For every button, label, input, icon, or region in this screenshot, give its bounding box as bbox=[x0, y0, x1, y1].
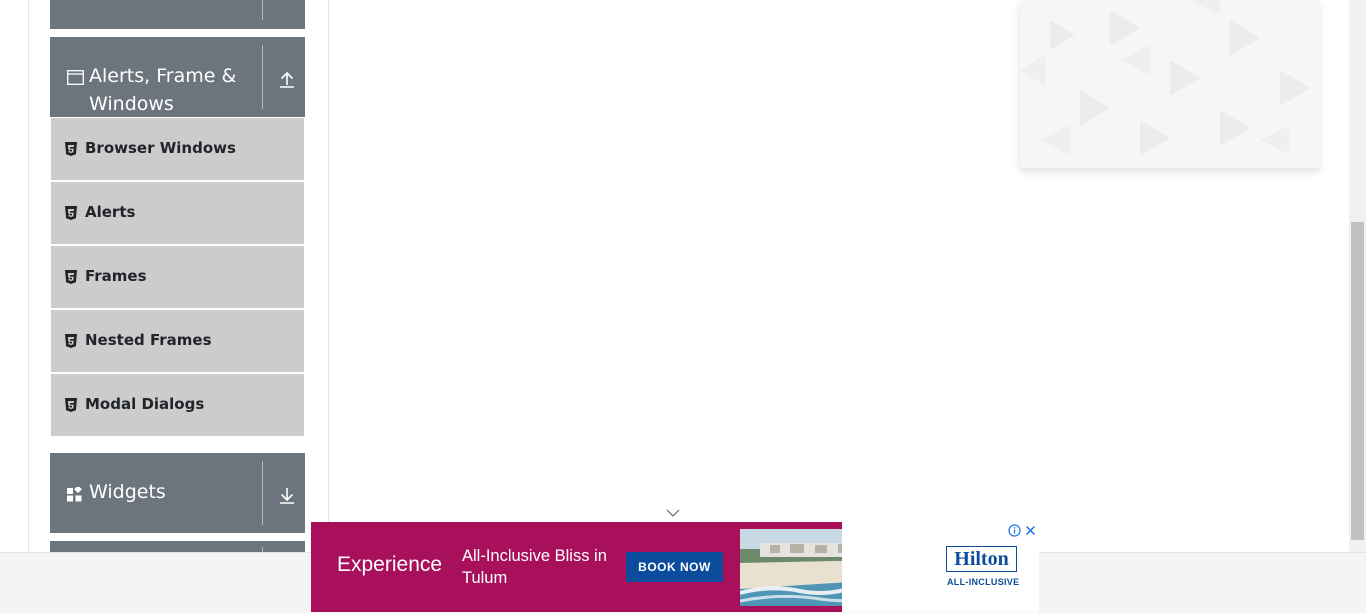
hilton-logo: Hilton bbox=[946, 546, 1017, 572]
group-header-widgets[interactable]: Widgets bbox=[50, 453, 305, 533]
download-arrow-icon[interactable] bbox=[274, 0, 300, 20]
advertisement-banner[interactable]: Experience All-Inclusive Bliss in Tulum … bbox=[311, 522, 1039, 612]
ad-info-icon[interactable] bbox=[1008, 524, 1021, 537]
menu-item-label: Frames bbox=[85, 267, 147, 285]
menu-item-browser-windows[interactable]: Browser Windows bbox=[51, 118, 304, 180]
header-divider bbox=[262, 45, 263, 109]
ad-close-icon[interactable] bbox=[1024, 524, 1037, 537]
group-header-collapsed[interactable] bbox=[50, 0, 305, 29]
menu-item-label: Alerts bbox=[85, 203, 136, 221]
menu-item-frames[interactable]: Frames bbox=[51, 246, 304, 308]
header-divider bbox=[262, 0, 263, 20]
ad-subline: All-Inclusive Bliss in Tulum bbox=[462, 547, 607, 587]
html5-icon bbox=[65, 334, 77, 348]
scrollbar-thumb[interactable] bbox=[1351, 222, 1364, 540]
download-arrow-icon[interactable] bbox=[274, 482, 300, 508]
html5-icon bbox=[65, 142, 77, 156]
group-header-alerts-frame-windows[interactable]: Alerts, Frame & Windows bbox=[50, 37, 305, 117]
group-title: Alerts, Frame & Windows bbox=[89, 65, 237, 115]
menu-item-modal-dialogs[interactable]: Modal Dialogs bbox=[51, 374, 304, 436]
html5-icon bbox=[65, 206, 77, 220]
sidebar-divider bbox=[328, 0, 329, 552]
group-title: Widgets bbox=[89, 481, 166, 503]
menu-item-nested-frames[interactable]: Nested Frames bbox=[51, 310, 304, 372]
html5-icon bbox=[65, 270, 77, 284]
widgets-icon bbox=[67, 487, 82, 502]
group-header-next[interactable] bbox=[50, 541, 305, 552]
ad-headline: Experience bbox=[337, 553, 443, 576]
header-divider bbox=[262, 461, 263, 525]
hilton-logo-subtitle: ALL-INCLUSIVE bbox=[947, 577, 1020, 587]
page-left-border bbox=[28, 0, 29, 552]
right-banner-card bbox=[1020, 0, 1320, 168]
ad-book-now-button[interactable]: BOOK NOW bbox=[626, 552, 723, 582]
menu-item-label: Modal Dialogs bbox=[85, 395, 205, 413]
menu-item-alerts[interactable]: Alerts bbox=[51, 182, 304, 244]
html5-icon bbox=[65, 398, 77, 412]
upload-arrow-icon[interactable] bbox=[274, 66, 300, 92]
menu-item-label: Browser Windows bbox=[85, 139, 236, 157]
chevron-down-icon[interactable] bbox=[665, 508, 681, 518]
window-icon bbox=[67, 70, 84, 85]
geometric-pattern-image bbox=[1020, 0, 1320, 168]
menu-item-label: Nested Frames bbox=[85, 331, 212, 349]
